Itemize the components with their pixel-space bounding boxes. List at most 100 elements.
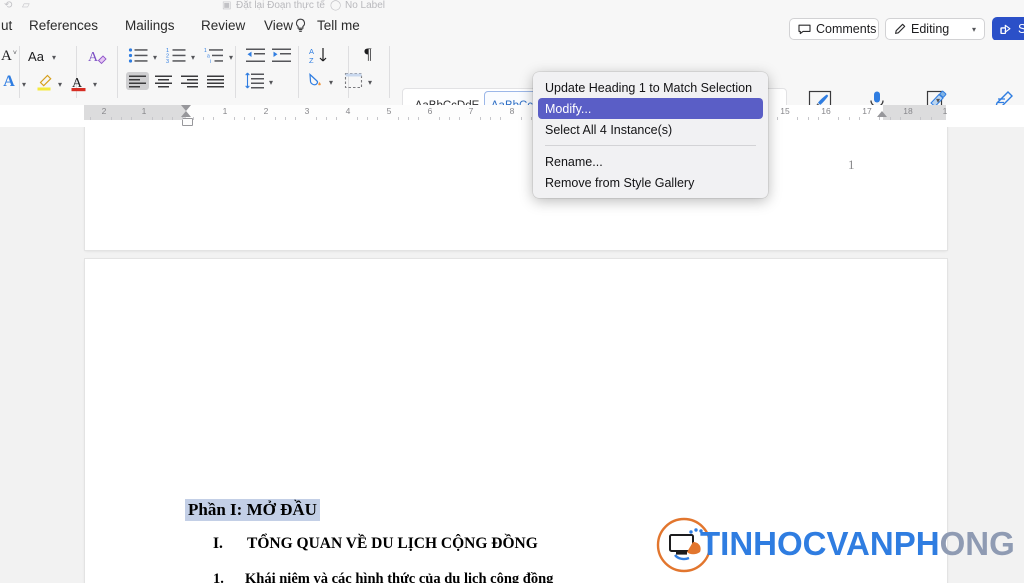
multilevel-list-icon[interactable]: 1ai	[204, 47, 225, 64]
shading-icon[interactable]	[305, 72, 325, 90]
document-line[interactable]: Phần I: MỞ ĐẦU	[185, 499, 320, 521]
document-page-previous[interactable]: 1	[85, 127, 947, 250]
ruler-tick	[193, 117, 194, 120]
numbered-list-icon[interactable]: 123	[166, 47, 187, 64]
checkbox-icon[interactable]: ▣	[222, 0, 231, 11]
share-label: S	[1018, 22, 1024, 36]
ruler-tick	[213, 117, 214, 120]
ruler-number: 1	[222, 106, 228, 116]
document-canvas[interactable]: 1 Phần I: MỞ ĐẦU I. TỔNG QUAN VỀ DU LỊCH C…	[0, 127, 1024, 583]
radio-icon[interactable]: ◯	[330, 0, 341, 11]
ribbon-tab-ut[interactable]: ut	[0, 15, 17, 36]
ruler-tick	[295, 117, 296, 120]
chevron-down-icon[interactable]: ▾	[368, 79, 372, 87]
ruler-tick	[859, 117, 860, 120]
ribbon-tab-view[interactable]: View	[259, 15, 298, 36]
chevron-down-icon[interactable]: ▾	[936, 97, 940, 105]
chevron-down-icon[interactable]: ▾	[329, 79, 333, 87]
chevron-down-icon[interactable]: ▾	[229, 54, 233, 62]
comments-label: Comments	[816, 22, 877, 36]
chevron-down-icon[interactable]: ▾	[269, 79, 273, 87]
font-color-icon[interactable]: A	[70, 73, 88, 93]
ruler-tick	[808, 117, 809, 120]
watermark-text-primary: TINHOCVANPH	[700, 525, 940, 562]
chevron-down-icon[interactable]: ▾	[52, 54, 56, 62]
svg-text:Z: Z	[309, 56, 314, 65]
ruler-number: 18	[903, 106, 913, 116]
align-left-icon[interactable]	[126, 72, 149, 90]
show-formatting-marks-icon[interactable]: ¶	[360, 46, 376, 64]
chevron-down-icon[interactable]: ▾	[93, 81, 97, 89]
borders-icon[interactable]	[344, 72, 364, 90]
ribbon-tab-mailings[interactable]: Mailings	[120, 15, 180, 36]
horizontal-ruler[interactable]: 2 1 1 2 3 4 5 6 7 8 15 16 17 18 1	[0, 105, 1024, 128]
context-menu-item[interactable]: Update Heading 1 to Match Selection	[538, 77, 763, 98]
ribbon-tab-review[interactable]: Review	[196, 15, 250, 36]
left-indent-marker[interactable]	[182, 118, 193, 126]
document-line[interactable]: TỔNG QUAN VỀ DU LỊCH CỘNG ĐỒNG	[247, 535, 538, 553]
document-line[interactable]: 1.	[213, 571, 224, 583]
ruler-right-margin-shade	[883, 105, 946, 120]
ruler-tick	[244, 117, 245, 120]
watermark-text-secondary: ONG	[939, 525, 1015, 562]
font-color-a-icon[interactable]: A	[0, 73, 18, 91]
ruler-tick	[838, 117, 839, 120]
align-right-icon[interactable]	[178, 72, 201, 90]
editing-mode-button[interactable]: Editing ▾	[885, 18, 985, 40]
ruler-number: 2	[101, 106, 107, 116]
document-line[interactable]: I.	[213, 535, 223, 553]
undo-icon[interactable]: ⟲	[4, 0, 12, 11]
chevron-down-icon[interactable]: ▾	[191, 54, 195, 62]
ruler-number: 17	[862, 106, 872, 116]
ribbon-tab-tell-me[interactable]: Tell me	[312, 15, 365, 36]
share-button[interactable]: S	[992, 17, 1024, 41]
ribbon-divider	[298, 46, 299, 98]
chevron-down-icon[interactable]: ▾	[22, 81, 26, 89]
ribbon-divider	[235, 46, 236, 98]
text-effects-icon[interactable]: Aa	[26, 48, 46, 64]
ruler-tick	[418, 117, 419, 120]
ruler-tick	[449, 117, 450, 120]
context-menu-item[interactable]: Modify...	[538, 98, 763, 119]
highlight-color-icon[interactable]	[36, 73, 54, 93]
ruler-tick	[182, 117, 183, 120]
ruler-tick	[480, 117, 481, 120]
comments-button[interactable]: Comments	[789, 18, 879, 40]
ruler-tick	[152, 117, 153, 120]
ruler-number: 4	[345, 106, 351, 116]
chevron-down-icon[interactable]: ▾	[153, 54, 157, 62]
ruler-tick	[879, 117, 880, 120]
line-spacing-icon[interactable]	[245, 72, 265, 90]
lightbulb-icon[interactable]	[294, 18, 307, 33]
change-case-icon[interactable]: A ˅	[0, 47, 18, 65]
chevron-down-icon[interactable]: ▾	[58, 81, 62, 89]
align-center-icon[interactable]	[152, 72, 175, 90]
context-menu-item[interactable]: Rename...	[538, 151, 763, 172]
sort-icon[interactable]: AZ	[309, 46, 331, 65]
shape-icon[interactable]: ▱	[22, 0, 30, 11]
ribbon-body: A ˅ Aa ▾ A A ▾ ▾ A ▾ ▾ 123 ▾ 1ai ▾ A Z ¶…	[0, 40, 1024, 140]
watermark-text: TINHOCVANPHONG	[700, 527, 1015, 560]
ruler-tick	[254, 117, 255, 120]
clear-formatting-icon[interactable]: A	[88, 47, 108, 65]
svg-text:A: A	[88, 50, 99, 65]
increase-indent-icon[interactable]	[272, 47, 292, 64]
decrease-indent-icon[interactable]	[246, 47, 266, 64]
bullet-list-icon[interactable]	[128, 47, 149, 64]
justify-icon[interactable]	[204, 72, 227, 90]
pencil-icon	[894, 23, 906, 35]
ruler-tick	[459, 117, 460, 120]
ruler-number: 1	[942, 106, 948, 116]
ribbon-tab-references[interactable]: References	[24, 15, 103, 36]
ruler-tick	[531, 117, 532, 120]
style-context-menu[interactable]: Update Heading 1 to Match Selection Modif…	[533, 72, 768, 198]
ruler-number: 16	[821, 106, 831, 116]
document-line[interactable]: Khái niệm và các hình thức của du lịch c…	[245, 571, 553, 583]
page-number: 1	[848, 157, 855, 172]
context-menu-item[interactable]: Select All 4 Instance(s)	[538, 119, 763, 140]
ruler-number: 7	[468, 106, 474, 116]
ruler-tick	[326, 117, 327, 120]
context-menu-item[interactable]: Remove from Style Gallery	[538, 172, 763, 193]
chevron-down-icon: ▾	[971, 24, 976, 34]
ruler-left-margin-shade	[84, 105, 186, 120]
